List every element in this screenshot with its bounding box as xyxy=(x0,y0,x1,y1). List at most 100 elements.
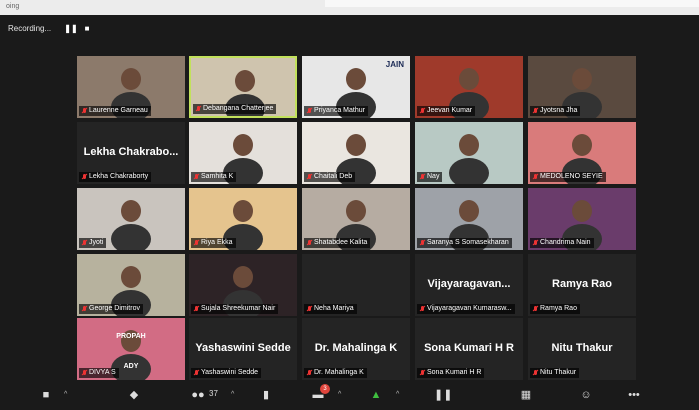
share-screen-icon[interactable]: ▲ xyxy=(368,388,384,402)
participant-tile[interactable]: Shatabdee Kalita xyxy=(302,188,410,250)
participant-head xyxy=(235,70,255,92)
participant-display-name: Ramya Rao xyxy=(552,278,612,290)
participant-name-label: Nay xyxy=(417,172,443,182)
participant-name-label: Laurenne Garneau xyxy=(79,106,151,116)
muted-mic-icon xyxy=(307,174,312,180)
participant-head xyxy=(572,68,592,90)
participant-tile[interactable]: Sujala Shreekumar Nair xyxy=(189,254,297,316)
participant-head xyxy=(459,134,479,156)
meeting-toolbar: ■ ^ ◆ ●● 37 ^ ▮ ▬ 3 ^ ▲ ^ ❚❚ ▦ ☺ ••• xyxy=(0,380,699,410)
participant-tile[interactable]: Laurenne Garneau xyxy=(77,56,185,118)
participants-count: 37 xyxy=(209,389,218,398)
participant-tile[interactable]: Saranya S Somasekharan xyxy=(415,188,523,250)
polls-icon[interactable]: ▮ xyxy=(258,388,274,402)
muted-mic-icon xyxy=(533,306,538,312)
muted-mic-icon xyxy=(82,174,87,180)
participant-tile[interactable]: Nay xyxy=(415,122,523,184)
participant-tile[interactable]: Nitu Thakur Nitu Thakur xyxy=(528,318,636,380)
record-icon[interactable]: ❚❚ xyxy=(434,388,452,402)
participant-tile[interactable]: Sona Kumari H R Sona Kumari H R xyxy=(415,318,523,380)
participant-tile[interactable]: Lekha Chakrabo... Lekha Chakraborty xyxy=(77,122,185,184)
logo-text: JAIN xyxy=(385,60,404,69)
participant-tile[interactable]: Riya Ekka xyxy=(189,188,297,250)
participant-body xyxy=(111,224,151,250)
muted-mic-icon xyxy=(420,108,425,114)
participant-name-label: Nitu Thakur xyxy=(530,368,580,378)
participant-head xyxy=(346,134,366,156)
chat-badge: 3 xyxy=(320,384,330,394)
participant-display-name: Vijayaragavan... xyxy=(427,278,511,290)
muted-mic-icon xyxy=(420,174,425,180)
muted-mic-icon xyxy=(82,240,87,246)
recording-label: Recording... xyxy=(8,24,52,33)
participant-tile[interactable]: Neha Mariya xyxy=(302,254,410,316)
participant-display-name: Nitu Thakur xyxy=(551,342,613,354)
muted-mic-icon xyxy=(194,174,199,180)
participant-name-label: Riya Ekka xyxy=(191,238,236,248)
muted-mic-icon xyxy=(420,370,425,376)
participant-name-label: Ramya Rao xyxy=(530,304,580,314)
participant-name-label: Priyanca Mathur xyxy=(304,106,368,116)
participant-tile[interactable]: Chaitali Deb xyxy=(302,122,410,184)
participant-tile[interactable]: Chandrima Nain xyxy=(528,188,636,250)
participant-name-label: Neha Mariya xyxy=(304,304,357,314)
stop-icon[interactable]: ■ xyxy=(80,23,94,35)
participant-name-label: Jeevan Kumar xyxy=(417,106,476,116)
reactions-icon[interactable]: ☺ xyxy=(578,388,594,402)
muted-mic-icon xyxy=(307,240,312,246)
participant-tile[interactable]: Ramya Rao Ramya Rao xyxy=(528,254,636,316)
participant-tile[interactable]: Yashaswini Sedde Yashaswini Sedde xyxy=(189,318,297,380)
participant-name-label: Chaitali Deb xyxy=(304,172,356,182)
participant-tile[interactable]: Jyoti xyxy=(77,188,185,250)
video-camera-icon[interactable]: ■ xyxy=(38,388,54,402)
participant-name-label: Sona Kumari H R xyxy=(417,368,485,378)
participant-head xyxy=(121,68,141,90)
participants-icon[interactable]: ●● xyxy=(190,388,206,402)
muted-mic-icon xyxy=(82,108,87,114)
participant-name-label: Shatabdee Kalita xyxy=(304,238,371,248)
participant-head xyxy=(233,266,253,288)
apps-icon[interactable]: ▦ xyxy=(518,388,534,402)
muted-mic-icon xyxy=(420,306,425,312)
participant-head xyxy=(233,200,253,222)
muted-mic-icon xyxy=(533,174,538,180)
pause-icon[interactable]: ❚❚ xyxy=(64,23,78,35)
muted-mic-icon xyxy=(307,108,312,114)
muted-mic-icon xyxy=(194,370,199,376)
participant-tile[interactable]: PROPAH ADY DIVYA S xyxy=(77,318,185,380)
participant-tile[interactable]: MEDOLENO SEYIE xyxy=(528,122,636,184)
participant-name-label: Sujala Shreekumar Nair xyxy=(191,304,279,314)
participants-caret[interactable]: ^ xyxy=(231,391,234,398)
security-shield-icon[interactable]: ◆ xyxy=(126,388,142,402)
participant-display-name: Dr. Mahalinga K xyxy=(314,342,398,354)
muted-mic-icon xyxy=(82,370,87,376)
muted-mic-icon xyxy=(533,240,538,246)
muted-mic-icon xyxy=(307,370,312,376)
chat-caret[interactable]: ^ xyxy=(338,391,341,398)
participant-name-label: Chandrima Nain xyxy=(530,238,594,248)
muted-mic-icon xyxy=(533,108,538,114)
participant-tile[interactable]: Jyotsna Jha xyxy=(528,56,636,118)
muted-mic-icon xyxy=(533,370,538,376)
muted-mic-icon xyxy=(307,306,312,312)
participant-name-label: DIVYA S xyxy=(79,368,119,378)
participant-head xyxy=(459,200,479,222)
participant-display-name: Yashaswini Sedde xyxy=(195,342,291,354)
participant-tile[interactable]: Jeevan Kumar xyxy=(415,56,523,118)
more-icon[interactable]: ••• xyxy=(626,388,642,402)
video-options-caret[interactable]: ^ xyxy=(64,391,67,398)
participant-tile[interactable]: Samhita K xyxy=(189,122,297,184)
share-caret[interactable]: ^ xyxy=(396,391,399,398)
participant-name-label: Yashaswini Sedde xyxy=(191,368,262,378)
participant-name-label: Vijayaragavan Kumarasw... xyxy=(417,304,515,314)
participant-tile[interactable]: Vijayaragavan... Vijayaragavan Kumarasw..… xyxy=(415,254,523,316)
participant-tile[interactable]: Debangana Chatterjee xyxy=(189,56,297,118)
participant-tile[interactable]: Dr. Mahalinga K Dr. Mahalinga K xyxy=(302,318,410,380)
participant-tile[interactable]: JAIN Priyanca Mathur xyxy=(302,56,410,118)
participant-head xyxy=(346,200,366,222)
recording-bar: Recording... ❚❚ ■ xyxy=(0,15,699,43)
muted-mic-icon xyxy=(420,240,425,246)
participant-head xyxy=(121,200,141,222)
participant-tile[interactable]: George Dimitrov xyxy=(77,254,185,316)
participant-name-label: Debangana Chatterjee xyxy=(193,104,277,114)
